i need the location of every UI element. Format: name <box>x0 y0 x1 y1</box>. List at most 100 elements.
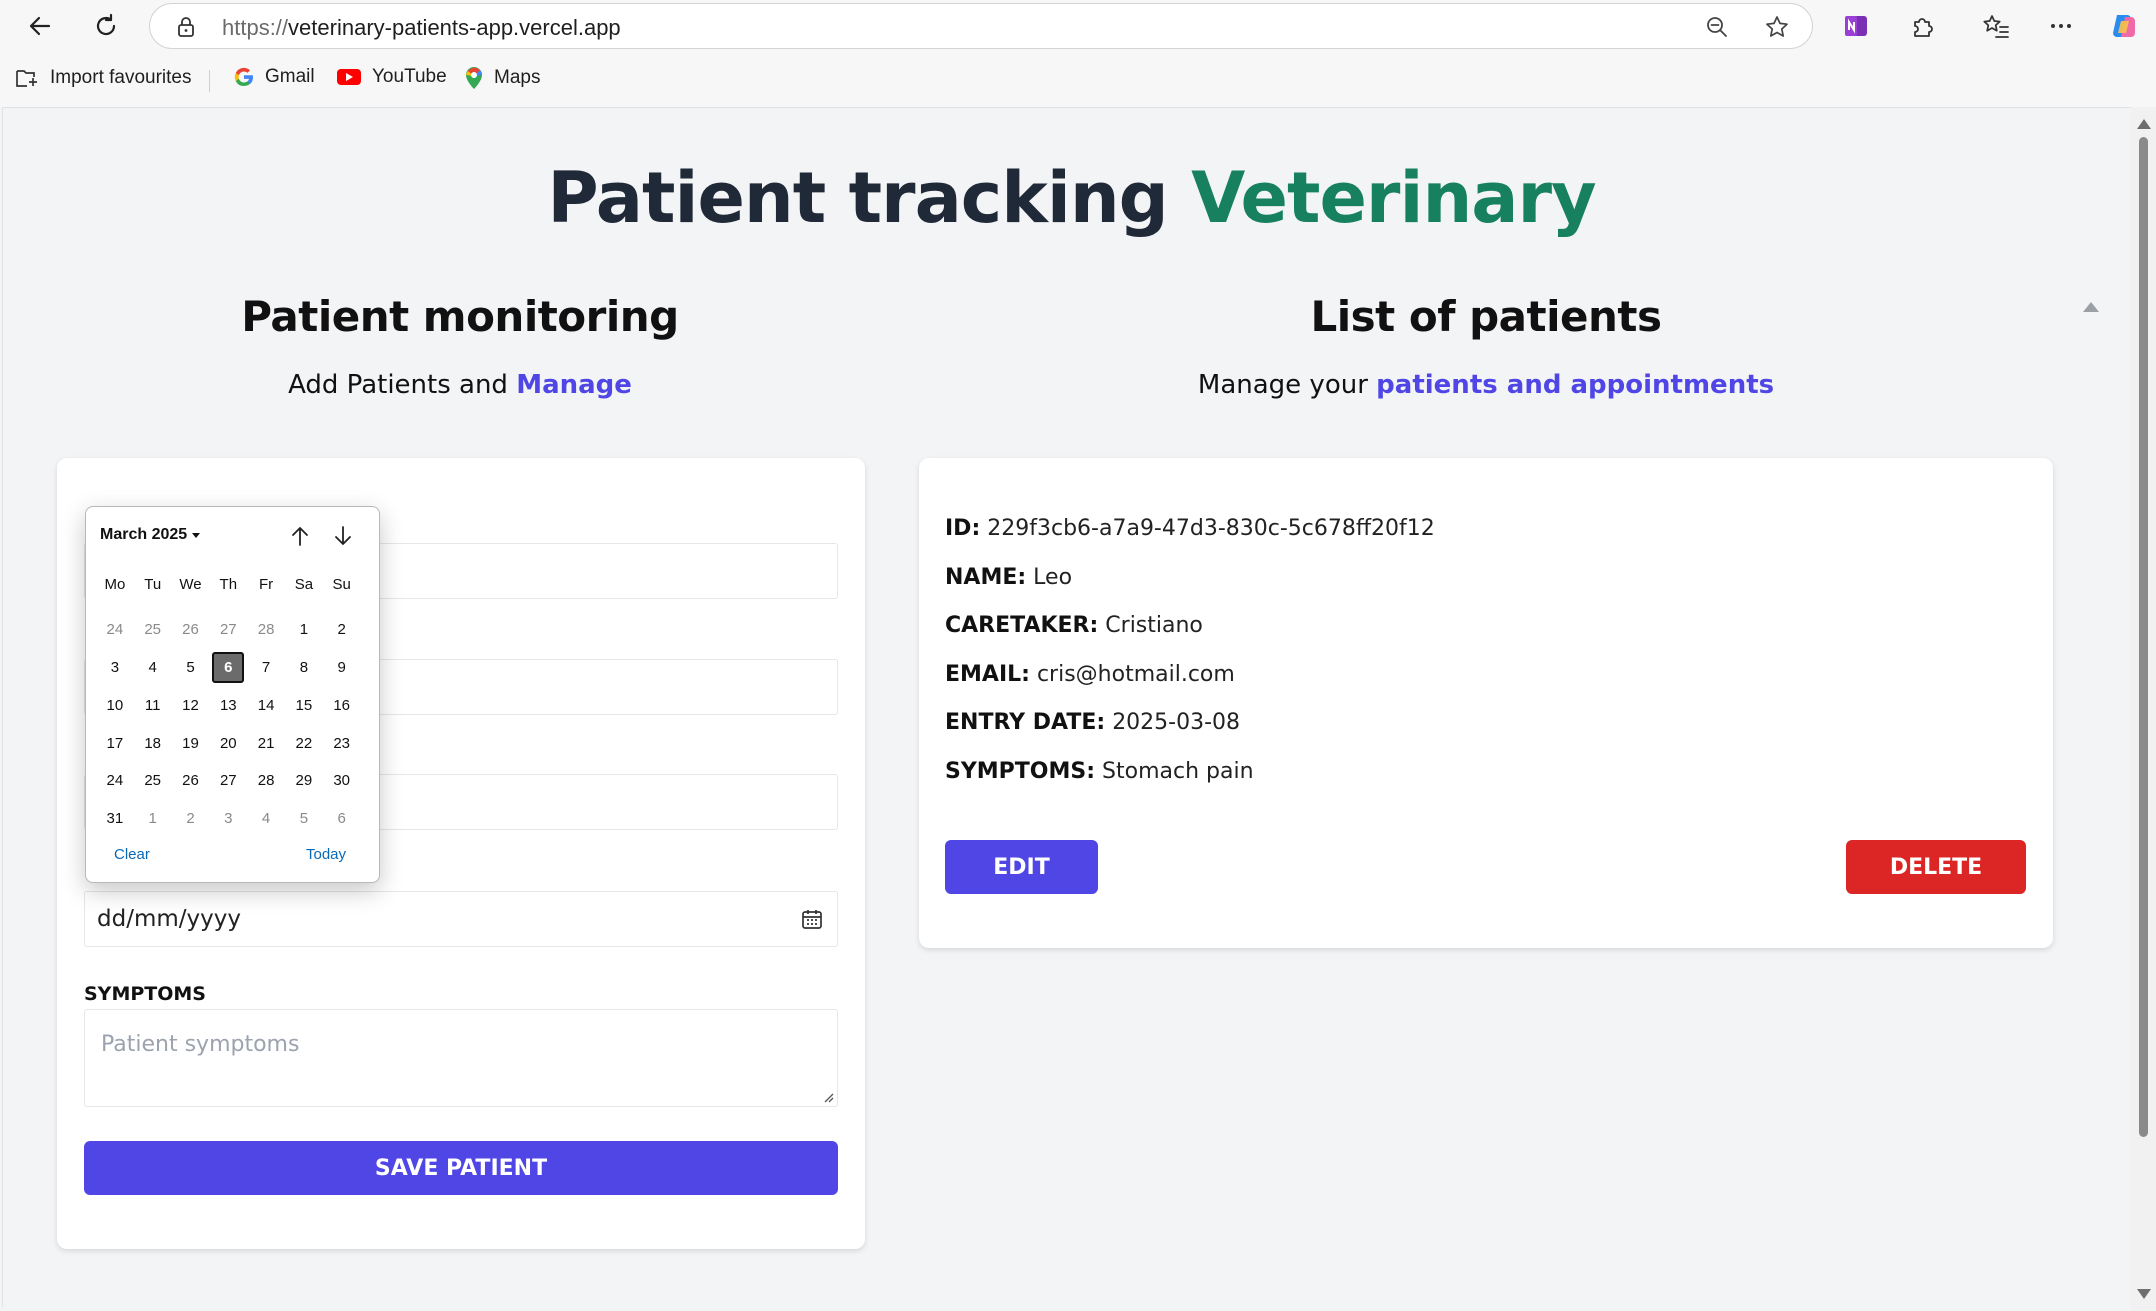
next-month-button[interactable] <box>330 523 356 549</box>
calendar-day[interactable]: 12 <box>172 686 210 724</box>
calendar-day[interactable]: 28 <box>247 611 285 649</box>
patient-caretaker-label: CARETAKER: <box>945 613 1099 638</box>
page-scrollbar[interactable] <box>2131 107 2156 1311</box>
calendar-day[interactable]: 9 <box>323 649 361 687</box>
url-host: veterinary-patients-app.vercel.app <box>288 15 621 40</box>
bookmark-separator <box>209 70 210 92</box>
calendar-day-selected[interactable]: 6 <box>212 651 245 684</box>
bookmark-youtube[interactable]: YouTube <box>336 66 447 88</box>
calendar-day[interactable]: 17 <box>96 724 134 762</box>
calendar-day[interactable]: 20 <box>209 724 247 762</box>
calendar-day[interactable]: 14 <box>247 686 285 724</box>
page-title: Patient tracking Veterinary <box>0 157 2143 239</box>
address-bar[interactable]: https://veterinary-patients-app.vercel.a… <box>149 3 1813 49</box>
scrollbar-thumb[interactable] <box>2139 137 2148 1137</box>
calendar-day[interactable]: 3 <box>96 649 134 687</box>
bookmark-label: Gmail <box>265 66 315 87</box>
url-protocol: https:// <box>222 15 289 40</box>
back-button[interactable] <box>22 8 58 44</box>
calendar-day[interactable]: 15 <box>285 686 323 724</box>
form-subtitle-text: Add Patients and <box>288 370 517 400</box>
calendar-day[interactable]: 25 <box>134 611 172 649</box>
list-scroll-up-arrow-icon[interactable] <box>2083 302 2099 312</box>
clear-date-button[interactable]: Clear <box>114 846 150 863</box>
calendar-day[interactable]: 29 <box>285 762 323 800</box>
calendar-day[interactable]: 27 <box>209 762 247 800</box>
save-patient-button[interactable]: SAVE PATIENT <box>84 1141 838 1195</box>
lock-icon[interactable] <box>176 15 196 44</box>
list-subtitle-highlight: patients and appointments <box>1376 370 1775 400</box>
date-placeholder: dd/mm/yyyy <box>97 906 241 932</box>
bookmark-import-favourites[interactable]: Import favourites <box>14 66 192 90</box>
calendar-day[interactable]: 18 <box>134 724 172 762</box>
calendar-day[interactable]: 19 <box>172 724 210 762</box>
patient-symptoms-label: SYMPTOMS: <box>945 759 1096 784</box>
calendar-day[interactable]: 5 <box>172 649 210 687</box>
patient-caretaker: CARETAKER: Cristiano <box>945 613 1203 638</box>
bookmark-label: Maps <box>494 67 541 88</box>
today-button[interactable]: Today <box>306 846 346 863</box>
page-title-accent: Veterinary <box>1191 157 1596 239</box>
patient-name-label: NAME: <box>945 565 1027 590</box>
month-selector[interactable]: March 2025 <box>100 526 201 544</box>
calendar-day[interactable]: 22 <box>285 724 323 762</box>
calendar-day[interactable]: 23 <box>323 724 361 762</box>
more-options-icon[interactable] <box>2045 10 2077 42</box>
calendar-day[interactable]: 2 <box>323 611 361 649</box>
calendar-day[interactable]: 30 <box>323 762 361 800</box>
page-title-main: Patient tracking <box>547 157 1192 239</box>
calendar-day[interactable]: 27 <box>209 611 247 649</box>
bookmark-maps[interactable]: Maps <box>464 66 540 90</box>
calendar-day[interactable]: 1 <box>285 611 323 649</box>
calendar-day[interactable]: 16 <box>323 686 361 724</box>
google-icon <box>234 67 254 87</box>
calendar-day[interactable]: 1 <box>134 800 172 838</box>
extensions-puzzle-icon[interactable] <box>1907 10 1939 42</box>
calendar-day[interactable]: 26 <box>172 762 210 800</box>
zoom-out-icon[interactable] <box>1704 14 1730 45</box>
previous-month-button[interactable] <box>287 523 313 549</box>
copilot-icon[interactable] <box>2108 10 2140 42</box>
calendar-day[interactable]: 4 <box>247 800 285 838</box>
calendar-day[interactable]: 13 <box>209 686 247 724</box>
url-text[interactable]: https://veterinary-patients-app.vercel.a… <box>222 15 621 41</box>
calendar-day[interactable]: 10 <box>96 686 134 724</box>
calendar-icon[interactable] <box>801 908 823 935</box>
favourites-list-icon[interactable] <box>1980 10 2012 42</box>
calendar-day[interactable]: 31 <box>96 800 134 838</box>
calendar-day[interactable]: 4 <box>134 649 172 687</box>
calendar-day[interactable]: 7 <box>247 649 285 687</box>
calendar-day[interactable]: 5 <box>285 800 323 838</box>
patient-symptoms-value: Stomach pain <box>1102 759 1254 784</box>
calendar-day[interactable]: 8 <box>285 649 323 687</box>
resize-grip-icon[interactable] <box>822 1091 834 1103</box>
calendar-grid: Mo Tu We Th Fr Sa Su 24 25 26 27 28 1 2 3 4 5 6 7 8 9 10 11 12 1… <box>96 573 361 838</box>
refresh-icon <box>96 13 116 36</box>
scroll-down-arrow-icon[interactable] <box>2137 1289 2151 1299</box>
favourite-star-icon[interactable] <box>1764 14 1790 45</box>
refresh-button[interactable] <box>88 8 124 44</box>
calendar-day[interactable]: 28 <box>247 762 285 800</box>
calendar-day[interactable]: 26 <box>172 611 210 649</box>
onenote-extension-icon[interactable] <box>1840 10 1872 42</box>
youtube-icon <box>337 69 361 85</box>
patient-entry-date: ENTRY DATE: 2025-03-08 <box>945 710 1240 735</box>
list-section-title: List of patients <box>1310 292 1662 341</box>
bookmark-label: YouTube <box>372 66 447 87</box>
calendar-day[interactable]: 6 <box>323 800 361 838</box>
calendar-day[interactable]: 2 <box>172 800 210 838</box>
entry-date-field[interactable]: dd/mm/yyyy <box>84 891 838 947</box>
calendar-day[interactable]: 11 <box>134 686 172 724</box>
delete-button[interactable]: DELETE <box>1846 840 2026 894</box>
scroll-up-arrow-icon[interactable] <box>2137 119 2151 129</box>
weekday-header: Su <box>332 575 351 593</box>
patient-entry-value: 2025-03-08 <box>1112 710 1241 735</box>
calendar-day[interactable]: 24 <box>96 611 134 649</box>
calendar-day[interactable]: 21 <box>247 724 285 762</box>
bookmark-gmail[interactable]: Gmail <box>233 66 315 88</box>
symptoms-textarea[interactable]: Patient symptoms <box>84 1009 838 1107</box>
edit-button[interactable]: EDIT <box>945 840 1098 894</box>
calendar-day[interactable]: 24 <box>96 762 134 800</box>
calendar-day[interactable]: 3 <box>209 800 247 838</box>
calendar-day[interactable]: 25 <box>134 762 172 800</box>
